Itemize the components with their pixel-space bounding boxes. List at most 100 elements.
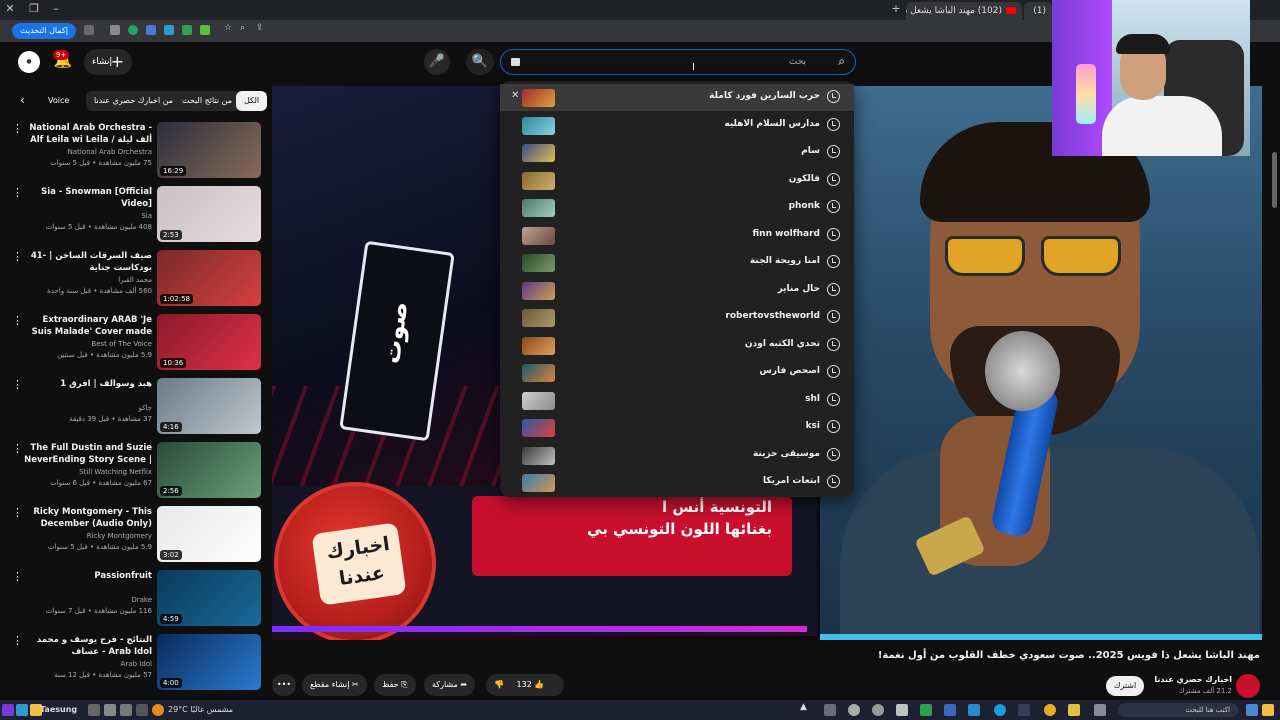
chrome-icon[interactable] xyxy=(1044,704,1056,716)
maximize-window-icon[interactable]: ❐ xyxy=(26,2,42,15)
app-icon[interactable] xyxy=(968,704,980,716)
channel-name[interactable]: اخبارك حصري عندنا xyxy=(1140,675,1232,684)
app-icon[interactable] xyxy=(136,704,148,716)
share-page-icon[interactable]: ⇪ xyxy=(256,23,266,33)
list-item[interactable]: ⋮ Ricky Montgomery - This December (Audio… xyxy=(0,506,268,566)
minimize-window-icon[interactable]: – xyxy=(48,2,64,15)
widgets-icon[interactable] xyxy=(1262,704,1274,716)
list-item[interactable]: ⋮ Extraordinary ARAB 'Je Suis Malade' Cov… xyxy=(0,314,268,374)
extension-icon[interactable] xyxy=(182,25,192,35)
remove-suggestion-icon[interactable]: ✕ xyxy=(511,90,519,101)
video-title[interactable]: Passionfruit xyxy=(22,570,152,582)
channel-name[interactable]: Still Watching Netflix xyxy=(22,468,152,476)
create-button[interactable]: إنشاء + xyxy=(84,49,132,75)
tray-arrow-icon[interactable]: ▲ xyxy=(800,702,812,714)
search-suggestion[interactable]: مدارس السلام الاهليه xyxy=(500,112,854,139)
start-icon[interactable] xyxy=(1246,704,1258,716)
app-icon[interactable] xyxy=(16,704,28,716)
extension-icon[interactable] xyxy=(128,25,138,35)
search-suggestion[interactable]: robertovstheworld xyxy=(500,304,854,331)
app-icon[interactable] xyxy=(120,704,132,716)
chip-search-results[interactable]: من نتائج البحث xyxy=(174,91,241,111)
video-title[interactable]: The Full Dustin and Suzie NeverEnding St… xyxy=(22,442,152,467)
close-window-icon[interactable]: ✕ xyxy=(2,2,18,15)
taskbar-user-label[interactable]: Taesung xyxy=(40,705,77,714)
channel-name[interactable]: Sia xyxy=(22,212,152,220)
app-icon[interactable] xyxy=(848,704,860,716)
page-scrollbar[interactable] xyxy=(1272,152,1277,208)
app-icon[interactable] xyxy=(2,704,14,716)
more-actions-button[interactable]: ••• xyxy=(272,674,296,696)
dislike-icon[interactable]: 👎 xyxy=(494,680,504,689)
list-item[interactable]: ⋮ Passionfruit Drake 116 مليون مشاهدة • قبل… xyxy=(0,570,268,630)
chevron-left-icon[interactable]: ‹ xyxy=(20,93,25,107)
extension-icon[interactable] xyxy=(110,25,120,35)
app-icon[interactable] xyxy=(824,704,836,716)
tab-current-video[interactable]: (102) مهند الباشا يشعل ذا فويس xyxy=(906,2,1022,20)
channel-name[interactable]: Drake xyxy=(22,596,152,604)
chip-channel[interactable]: من اخبارك حصري عندنا xyxy=(86,91,182,111)
search-input[interactable] xyxy=(511,54,806,70)
channel-name[interactable]: محمد القبرا xyxy=(22,276,152,284)
clip-button[interactable]: إنشاء مقطع ✂ xyxy=(302,674,367,696)
search-suggestion[interactable]: سام xyxy=(500,139,854,166)
search-suggestion[interactable]: ابتعات امريكا xyxy=(500,469,854,496)
extension-icon[interactable] xyxy=(146,25,156,35)
list-item[interactable]: ⋮ النتائج - فرح يوسف و محمد عساف - Arab I… xyxy=(0,634,268,694)
search-suggestion[interactable]: finn wolfhard xyxy=(500,222,854,249)
video-title[interactable]: National Arab Orchestra - Alf Leila wi L… xyxy=(22,122,152,147)
search-suggestion[interactable]: ✕ حرب السارين فورد كاملة xyxy=(500,84,854,111)
list-item[interactable]: ⋮ National Arab Orchestra - Alf Leila wi … xyxy=(0,122,268,182)
xbox-icon[interactable] xyxy=(920,704,932,716)
search-suggestion[interactable]: تحدي الكتبه اودن xyxy=(500,332,854,359)
channel-name[interactable]: Ricky Montgomery xyxy=(22,532,152,540)
subscribe-button[interactable]: اشترك xyxy=(1106,676,1144,696)
video-title[interactable]: Extraordinary ARAB 'Je Suis Malade' Cove… xyxy=(22,314,152,339)
search-suggestion[interactable]: فالكون xyxy=(500,167,854,194)
app-icon[interactable] xyxy=(872,704,884,716)
taskbar-search[interactable]: اكتب هنا للبحث xyxy=(1118,703,1238,717)
channel-name[interactable]: جاكو xyxy=(22,404,152,412)
extension-icon[interactable] xyxy=(200,25,210,35)
folder-icon[interactable] xyxy=(1068,704,1080,716)
video-title[interactable]: النتائج - فرح يوسف و محمد عساف - Arab Id… xyxy=(22,634,152,658)
app-icon[interactable] xyxy=(944,704,956,716)
channel-name[interactable]: Arab Idol xyxy=(22,660,152,668)
tab-second[interactable]: (1) xyxy=(1024,2,1052,20)
settings-gear-icon[interactable] xyxy=(896,704,908,716)
app-icon[interactable] xyxy=(1018,704,1030,716)
search-suggestion[interactable]: حال مناير xyxy=(500,277,854,304)
video-title[interactable]: Ricky Montgomery - This December (Audio … xyxy=(22,506,152,530)
voice-search-mic-icon[interactable]: 🎤 xyxy=(424,49,450,75)
new-tab-icon[interactable]: + xyxy=(888,2,904,15)
search-suggestion[interactable]: phonk xyxy=(500,194,854,221)
like-icon[interactable]: 👍 xyxy=(534,680,544,689)
list-item[interactable]: ⋮ The Full Dustin and Suzie NeverEnding S… xyxy=(0,442,268,502)
search-suggestion[interactable]: ksi xyxy=(500,414,854,441)
search-suggestion[interactable]: shl xyxy=(500,387,854,414)
share-button[interactable]: مشاركة ➦ xyxy=(424,674,476,696)
search-suggestion[interactable]: اصحص فارس xyxy=(500,359,854,386)
bookmark-star-icon[interactable]: ☆ xyxy=(224,23,234,33)
app-icon[interactable] xyxy=(88,704,100,716)
video-title[interactable]: هبد وسوالف | افرق 1 xyxy=(22,378,152,390)
update-button[interactable]: إكمال التحديث xyxy=(12,23,76,39)
video-title[interactable]: Sia - Snowman [Official Video] xyxy=(22,186,152,210)
mic-tray-icon[interactable] xyxy=(104,704,116,716)
video-title[interactable]: 41- صيف السرقات الساخن | بودكاست جناية xyxy=(22,250,152,274)
channel-avatar[interactable] xyxy=(1236,674,1260,698)
zoom-icon[interactable]: ⌕ xyxy=(240,23,250,33)
chip-all[interactable]: الكل xyxy=(236,91,268,111)
list-item[interactable]: ⋮ 41- صيف السرقات الساخن | بودكاست جناية م… xyxy=(0,250,268,310)
edge-icon[interactable] xyxy=(994,704,1006,716)
chip-voice[interactable]: Voice xyxy=(46,91,71,111)
weather-text[interactable]: 29°C مشمس غالبًا xyxy=(168,705,233,714)
extension-icon[interactable] xyxy=(164,25,174,35)
search-suggestion[interactable]: امنا رويحة الجنة xyxy=(500,249,854,276)
channel-name[interactable]: National Arab Orchestra xyxy=(22,148,152,156)
list-item[interactable]: ⋮ Sia - Snowman [Official Video] Sia 408 مل… xyxy=(0,186,268,246)
list-item[interactable]: ⋮ هبد وسوالف | افرق 1 جاكو 37 مشاهدة • قبل … xyxy=(0,378,268,438)
channel-name[interactable]: Best of The Voice xyxy=(22,340,152,348)
app-icon[interactable] xyxy=(1094,704,1106,716)
save-button[interactable]: حفظ ⎘ xyxy=(374,674,416,696)
